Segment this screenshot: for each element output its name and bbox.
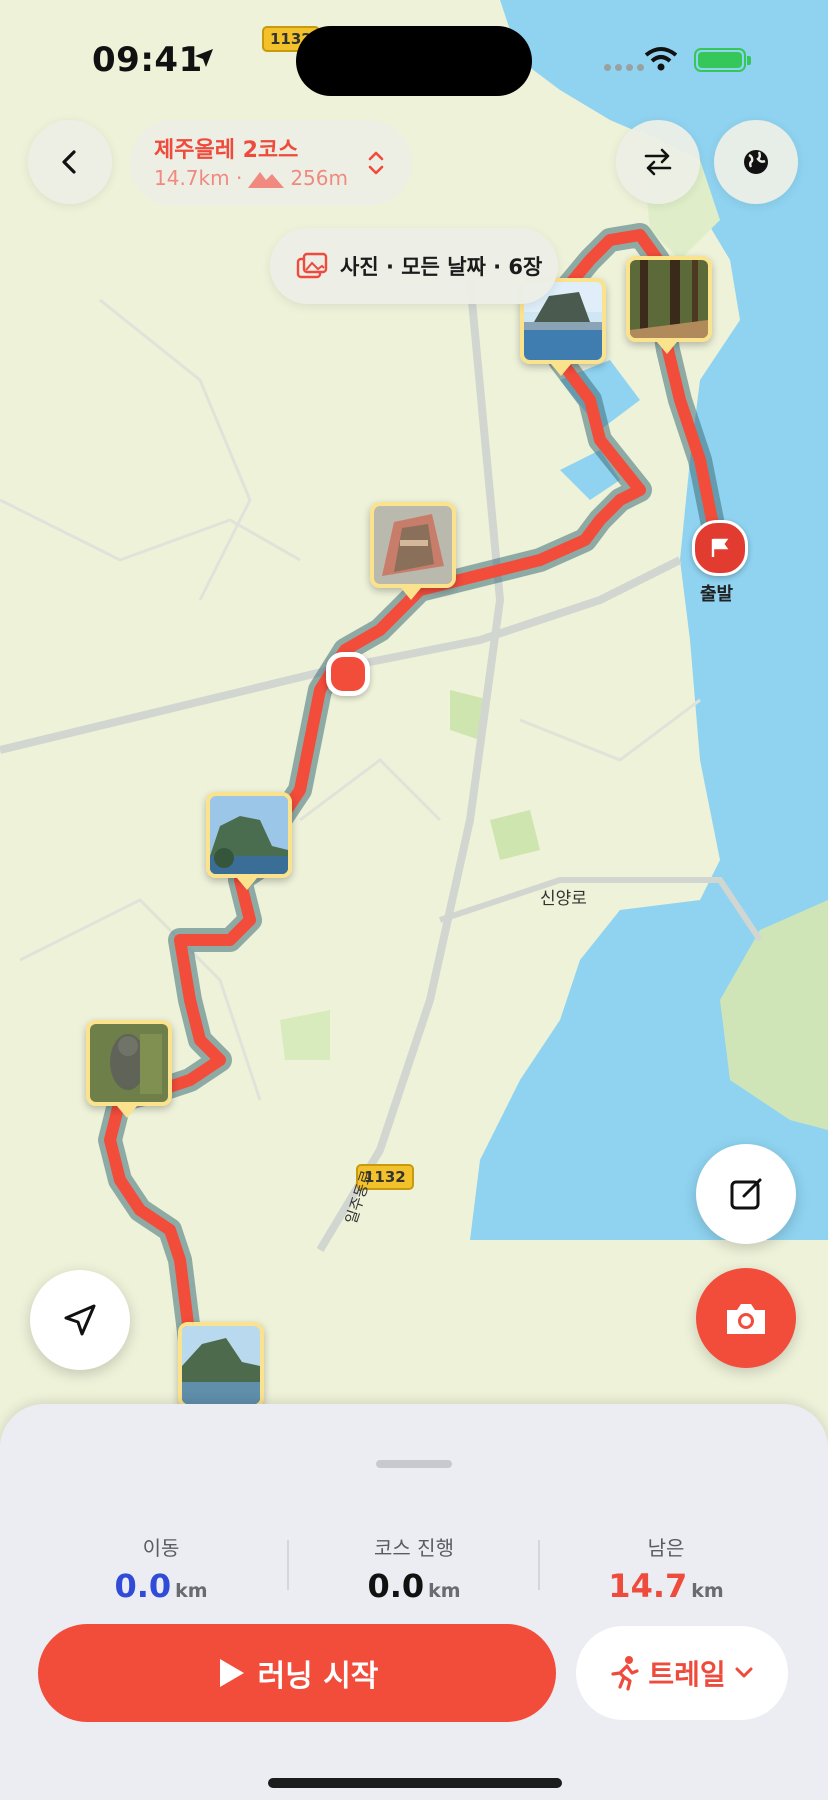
status-time: 09:41 bbox=[92, 40, 203, 80]
globe-icon bbox=[744, 150, 768, 174]
locate-me-button[interactable] bbox=[30, 1270, 130, 1370]
play-icon bbox=[219, 1659, 244, 1687]
course-selector[interactable]: 제주올레 2코스 14.7km · 256m bbox=[130, 120, 412, 206]
photo-pin[interactable] bbox=[206, 792, 292, 878]
photo-pin[interactable] bbox=[626, 256, 712, 342]
road-label: 신양로 bbox=[540, 889, 587, 909]
start-flag-marker[interactable] bbox=[692, 520, 748, 576]
run-bottom-sheet: 이동 0.0 km 코스 진행 0.0 km 남은 14.7 km 러닝 시작 트레일 bbox=[0, 1404, 828, 1800]
course-summary: 14.7km · 256m bbox=[154, 166, 348, 190]
chevron-down-icon bbox=[735, 1667, 753, 1678]
photo-pin[interactable] bbox=[370, 502, 456, 588]
activity-mode-button[interactable]: 트레일 bbox=[576, 1626, 788, 1720]
photo-thumbnail bbox=[374, 506, 452, 584]
photo-thumbnail bbox=[630, 260, 708, 338]
back-button[interactable] bbox=[28, 120, 112, 204]
stat-remaining: 남은 14.7 km bbox=[541, 1532, 791, 1605]
course-distance: 14.7km · bbox=[154, 166, 243, 190]
photo-filter-chip[interactable]: 사진 · 모든 날짜 · 6장 bbox=[270, 228, 558, 304]
cellular-icon bbox=[604, 64, 644, 71]
activity-mode-label: 트레일 bbox=[648, 1658, 726, 1691]
running-person-icon bbox=[611, 1656, 639, 1691]
stat-label: 이동 bbox=[142, 1536, 180, 1560]
mountain-icon bbox=[248, 172, 285, 188]
stat-label: 남은 bbox=[647, 1536, 685, 1560]
course-title: 제주올레 2코스 bbox=[154, 138, 299, 163]
photo-pin-tail bbox=[237, 878, 257, 890]
photos-icon bbox=[296, 252, 328, 279]
photo-thumbnail bbox=[90, 1024, 168, 1102]
current-position-marker bbox=[326, 652, 370, 696]
edit-note-icon bbox=[730, 1178, 762, 1210]
stat-value: 0.0 bbox=[367, 1567, 425, 1605]
edit-note-button[interactable] bbox=[696, 1144, 796, 1244]
start-run-label: 러닝 시작 bbox=[257, 1659, 379, 1694]
location-arrow-icon bbox=[195, 49, 213, 67]
photo-thumbnail bbox=[210, 796, 288, 874]
start-run-button[interactable]: 러닝 시작 bbox=[38, 1624, 556, 1722]
photo-pin-tail bbox=[117, 1106, 137, 1118]
photo-pin[interactable] bbox=[178, 1322, 264, 1408]
sheet-grabber[interactable] bbox=[376, 1460, 452, 1468]
dynamic-island bbox=[296, 26, 532, 96]
battery-icon bbox=[694, 48, 751, 72]
stat-divider bbox=[538, 1540, 540, 1590]
home-indicator bbox=[268, 1778, 562, 1788]
navigation-arrow-icon bbox=[64, 1304, 96, 1336]
photo-pin-tail bbox=[401, 588, 421, 600]
filter-chip-label: 사진 · 모든 날짜 · 6장 bbox=[340, 255, 543, 279]
swap-arrows-icon bbox=[644, 148, 672, 176]
stat-label: 코스 진행 bbox=[374, 1536, 454, 1560]
stat-moved: 이동 0.0 km bbox=[36, 1532, 286, 1605]
course-elevation: 256m bbox=[290, 166, 348, 190]
camera-icon bbox=[727, 1304, 765, 1334]
swap-button[interactable] bbox=[616, 120, 700, 204]
photo-pin-tail bbox=[657, 342, 677, 354]
stat-unit: km bbox=[428, 1580, 461, 1602]
chevron-updown-icon bbox=[368, 151, 384, 175]
stat-unit: km bbox=[691, 1580, 724, 1602]
stat-value: 14.7 bbox=[608, 1567, 688, 1605]
globe-button[interactable] bbox=[714, 120, 798, 204]
stat-course-progress: 코스 진행 0.0 km bbox=[289, 1532, 539, 1605]
camera-button[interactable] bbox=[696, 1268, 796, 1368]
wifi-icon bbox=[644, 47, 678, 71]
chevron-left-icon bbox=[62, 150, 76, 174]
photo-pin[interactable] bbox=[86, 1020, 172, 1106]
stat-unit: km bbox=[175, 1580, 208, 1602]
start-label: 출발 bbox=[700, 584, 734, 605]
stat-value: 0.0 bbox=[114, 1567, 172, 1605]
photo-thumbnail bbox=[182, 1326, 260, 1404]
photo-pin-tail bbox=[551, 364, 571, 376]
flag-icon bbox=[711, 538, 729, 557]
status-bar: 09:41 bbox=[0, 0, 828, 110]
